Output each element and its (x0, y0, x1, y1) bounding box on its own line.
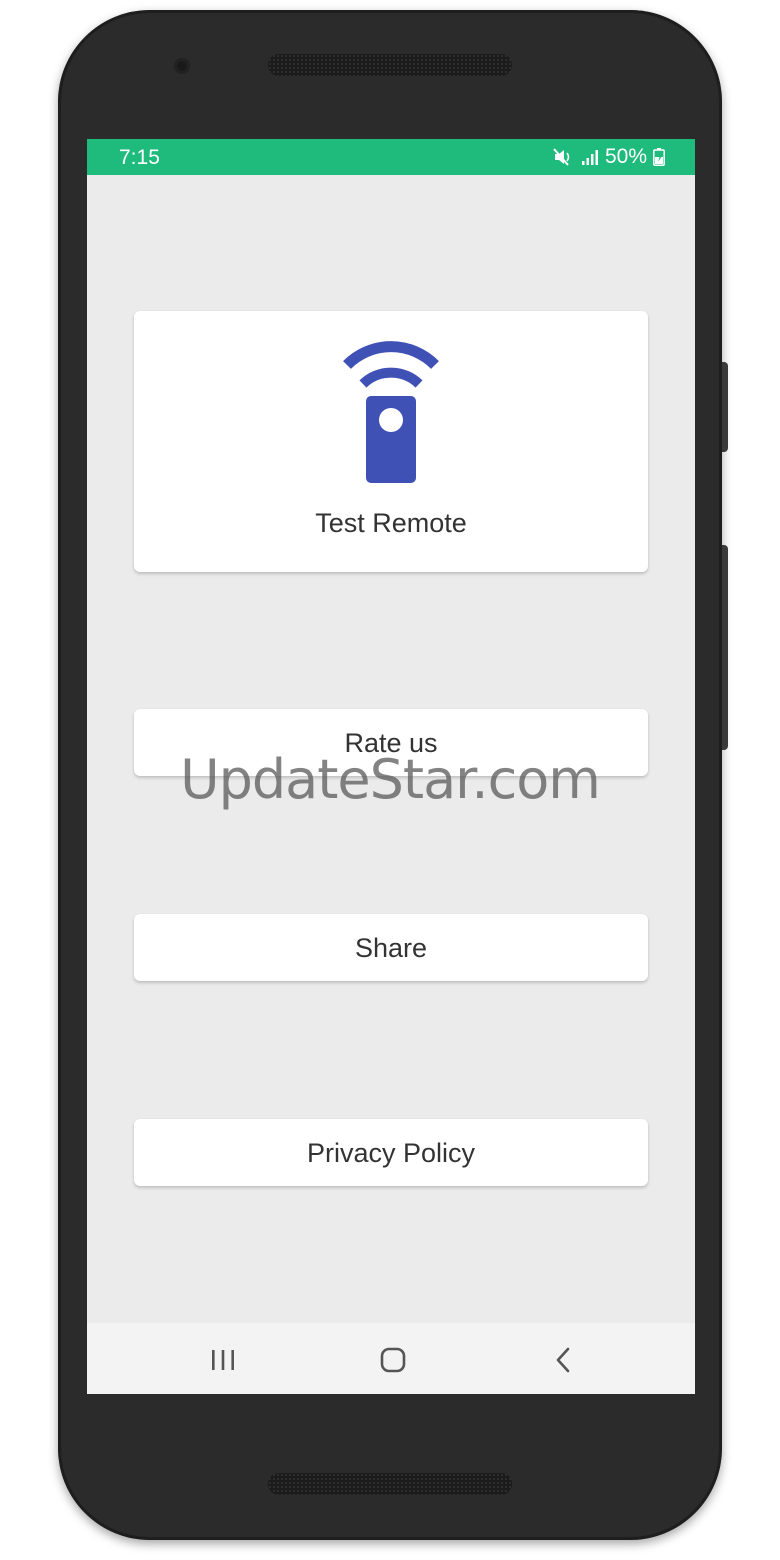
status-bar: 7:15 50% (87, 139, 695, 175)
test-remote-card[interactable]: Test Remote (134, 311, 648, 572)
bottom-speaker (268, 1473, 512, 1495)
test-remote-label: Test Remote (315, 508, 467, 538)
back-icon[interactable] (546, 1343, 580, 1377)
privacy-policy-button[interactable]: Privacy Policy (134, 1119, 648, 1186)
share-button[interactable]: Share (134, 914, 648, 981)
front-camera (174, 58, 190, 74)
mute-icon (553, 147, 575, 167)
volume-button (722, 545, 728, 750)
navigation-bar (87, 1323, 695, 1394)
share-label: Share (354, 933, 428, 963)
rate-us-label: Rate us (344, 728, 438, 758)
home-icon[interactable] (376, 1343, 410, 1377)
status-icons: 50% (553, 145, 665, 169)
battery-charging-icon (653, 148, 665, 166)
signal-icon (581, 148, 599, 166)
remote-control-icon (341, 339, 441, 485)
phone-screen: 7:15 50% Test Remote Rate us Share Priva… (87, 139, 695, 1394)
earpiece-speaker (268, 54, 512, 76)
power-button (722, 362, 728, 452)
recents-icon[interactable] (206, 1343, 240, 1377)
privacy-policy-label: Privacy Policy (306, 1138, 476, 1168)
rate-us-button[interactable]: Rate us (134, 709, 648, 776)
status-time: 7:15 (119, 146, 160, 169)
battery-percent: 50% (604, 145, 647, 168)
